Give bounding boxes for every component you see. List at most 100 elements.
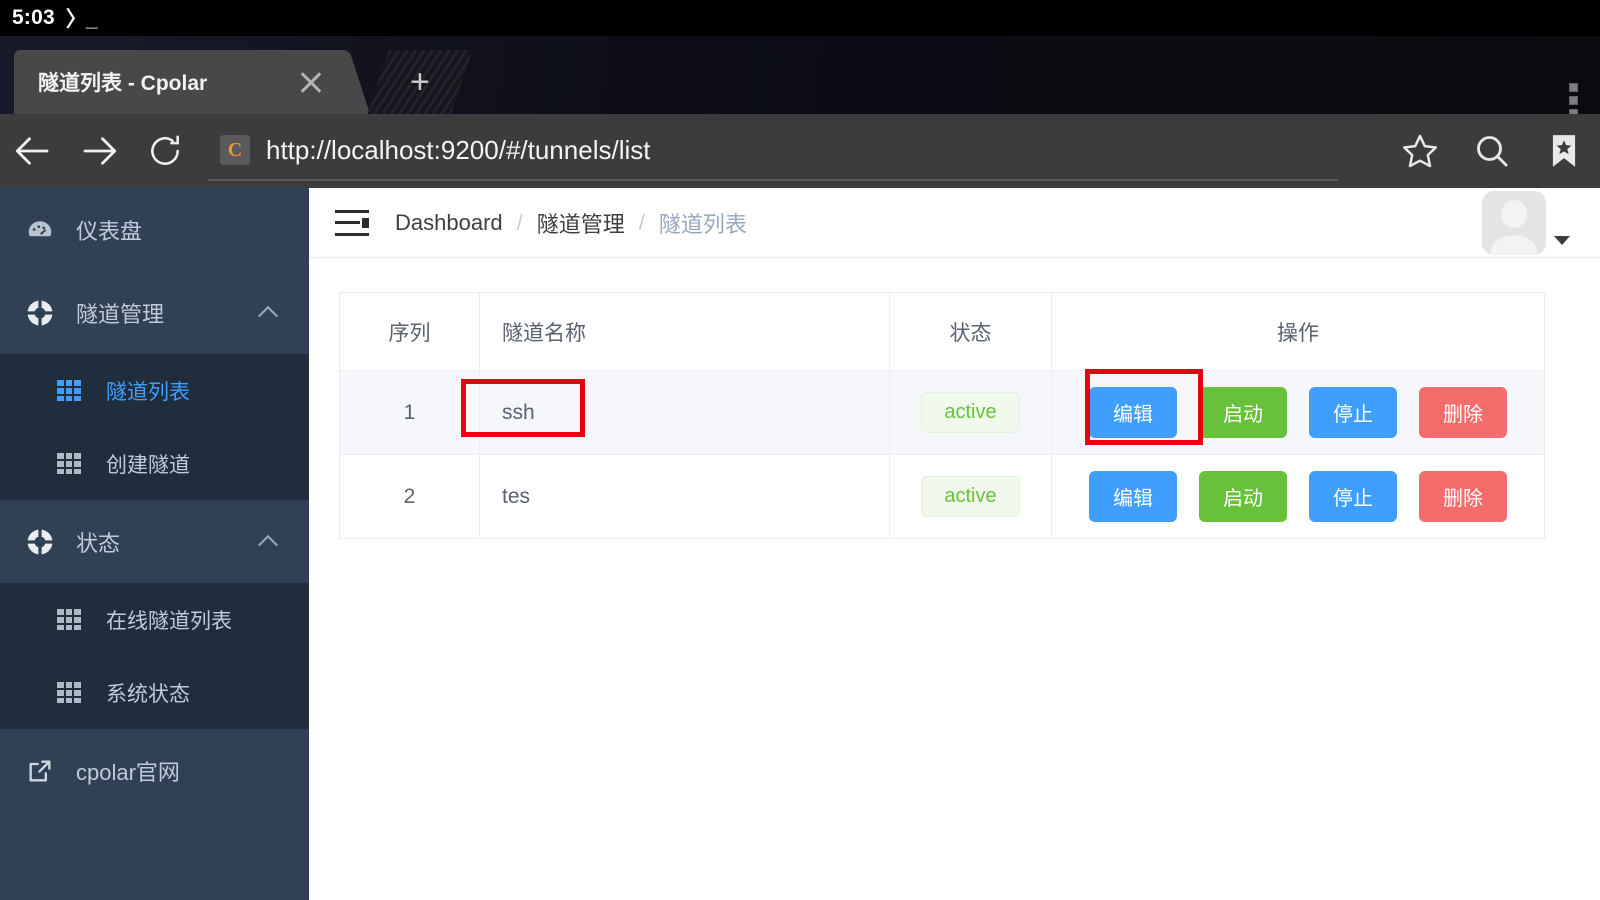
- cell-name: ssh: [479, 370, 890, 455]
- chevron-up-icon: [258, 305, 278, 326]
- delete-button[interactable]: 删除: [1419, 471, 1507, 522]
- main-content: Dashboard / 隧道管理 / 隧道列表 序列 隧道名称 状态 操作 1 …: [309, 188, 1600, 900]
- row-action-group: 编辑 启动 停止 删除: [1052, 387, 1544, 438]
- cell-state: active: [889, 370, 1052, 455]
- hamburger-line: [335, 221, 360, 224]
- breadcrumb-item-tunnel-list: 隧道列表: [658, 211, 747, 237]
- terminal-prompt-icon: 〉_: [65, 8, 98, 31]
- breadcrumb-separator: /: [516, 209, 523, 235]
- status-badge: active: [921, 476, 1020, 517]
- sidebar-item-label: 隧道列表: [106, 380, 190, 404]
- sidebar: 仪表盘 隧道管理 隧道列表 创建隧道 状态 在线隧道列表 系统状态 cpolar…: [0, 188, 309, 900]
- breadcrumb-item-tunnel-management[interactable]: 隧道管理: [537, 207, 625, 239]
- edit-button[interactable]: 编辑: [1089, 471, 1177, 522]
- chevron-down-icon[interactable]: [1554, 235, 1570, 245]
- external-link-icon: [22, 757, 58, 785]
- cell-state: active: [889, 454, 1052, 539]
- sidebar-item-dashboard[interactable]: 仪表盘: [0, 188, 309, 271]
- cell-actions: 编辑 启动 停止 删除: [1051, 454, 1545, 539]
- overflow-menu-icon[interactable]: [1569, 83, 1578, 118]
- column-header-name: 隧道名称: [479, 292, 890, 371]
- row-action-group: 编辑 启动 停止 删除: [1052, 471, 1544, 522]
- sidebar-item-label: 创建隧道: [106, 453, 190, 477]
- page-content: 序列 隧道名称 状态 操作 1 ssh active 编辑 启动 停止 删除 2…: [309, 258, 1600, 539]
- sidebar-item-online-tunnel-list[interactable]: 在线隧道列表: [0, 583, 309, 656]
- browser-tab-strip: 隧道列表 - Cpolar +: [0, 36, 1600, 118]
- collapse-menu-icon[interactable]: [335, 209, 369, 236]
- toolbar-actions: [1384, 114, 1600, 188]
- bookmark-star-icon[interactable]: [1528, 114, 1600, 188]
- cell-actions: 编辑 启动 停止 删除: [1051, 370, 1545, 455]
- chevron-up-icon: [258, 534, 278, 555]
- sidebar-item-create-tunnel[interactable]: 创建隧道: [0, 427, 309, 500]
- avatar: [1482, 190, 1546, 255]
- table-header-row: 序列 隧道名称 状态 操作: [339, 292, 1545, 371]
- avatar-head: [1501, 199, 1527, 228]
- plus-icon: +: [410, 63, 430, 101]
- grid-icon: [54, 609, 84, 630]
- delete-button[interactable]: 删除: [1419, 387, 1507, 438]
- status-bar-clock: 5:03: [12, 6, 55, 29]
- sidebar-group-status[interactable]: 状态: [0, 500, 309, 583]
- start-button[interactable]: 启动: [1199, 471, 1287, 522]
- site-favicon: C: [220, 135, 250, 165]
- back-arrow-icon[interactable]: [0, 114, 66, 188]
- table-header: 序列 隧道名称 状态 操作: [339, 292, 1545, 371]
- browser-toolbar: C http://localhost:9200/#/tunnels/list: [0, 114, 1600, 188]
- sidebar-item-label: 系统状态: [106, 682, 190, 706]
- sidebar-item-label: 隧道管理: [76, 301, 165, 327]
- new-tab-button[interactable]: +: [367, 50, 473, 114]
- tunnels-table: 序列 隧道名称 状态 操作 1 ssh active 编辑 启动 停止 删除 2…: [339, 292, 1545, 539]
- cell-name: tes: [479, 454, 890, 539]
- table-row[interactable]: 1 ssh active 编辑 启动 停止 删除: [339, 370, 1545, 455]
- start-button[interactable]: 启动: [1199, 387, 1287, 438]
- hamburger-line: [335, 209, 369, 213]
- overflow-dot: [1569, 83, 1578, 92]
- sidebar-item-system-status[interactable]: 系统状态: [0, 656, 309, 729]
- status-badge: active: [921, 392, 1020, 433]
- table-row[interactable]: 2 tes active 编辑 启动 停止 删除: [339, 454, 1545, 539]
- forward-arrow-icon[interactable]: [66, 114, 132, 188]
- url-text: http://localhost:9200/#/tunnels/list: [266, 134, 651, 165]
- sidebar-submenu-tunnel-management: 隧道列表 创建隧道: [0, 354, 309, 500]
- top-navbar: Dashboard / 隧道管理 / 隧道列表: [309, 188, 1600, 258]
- cell-seq: 1: [339, 370, 480, 455]
- column-header-ops: 操作: [1051, 292, 1545, 371]
- sidebar-item-label: 在线隧道列表: [106, 609, 232, 633]
- android-status-bar: 5:03 〉_: [0, 0, 1600, 36]
- column-header-seq: 序列: [339, 292, 480, 371]
- lifebuoy-icon: [22, 298, 58, 328]
- sidebar-item-label: cpolar官网: [76, 759, 180, 785]
- url-bar[interactable]: C http://localhost:9200/#/tunnels/list: [208, 121, 1338, 181]
- application-root: 仪表盘 隧道管理 隧道列表 创建隧道 状态 在线隧道列表 系统状态 cpolar…: [0, 188, 1600, 900]
- cell-seq: 2: [339, 454, 480, 539]
- table-body: 1 ssh active 编辑 启动 停止 删除 2 tes active 编辑…: [339, 370, 1545, 539]
- lifebuoy-icon: [22, 527, 58, 557]
- stop-button[interactable]: 停止: [1309, 471, 1397, 522]
- column-header-state: 状态: [889, 292, 1052, 371]
- search-icon[interactable]: [1456, 114, 1528, 188]
- sidebar-item-tunnel-list[interactable]: 隧道列表: [0, 354, 309, 427]
- sidebar-item-label: 仪表盘: [76, 218, 143, 244]
- overflow-dot: [1569, 96, 1578, 105]
- browser-tab[interactable]: 隧道列表 - Cpolar: [14, 50, 370, 114]
- grid-icon: [54, 682, 84, 703]
- sidebar-group-tunnel-management[interactable]: 隧道管理: [0, 271, 309, 354]
- edit-button[interactable]: 编辑: [1089, 387, 1177, 438]
- user-menu[interactable]: [1482, 190, 1570, 255]
- stop-button[interactable]: 停止: [1309, 387, 1397, 438]
- breadcrumb: Dashboard / 隧道管理 / 隧道列表: [395, 207, 747, 239]
- gauge-icon: [22, 215, 58, 245]
- sidebar-item-cpolar-website[interactable]: cpolar官网: [0, 729, 309, 812]
- breadcrumb-separator: /: [638, 209, 645, 235]
- reload-icon[interactable]: [132, 114, 198, 188]
- grid-icon: [54, 453, 84, 474]
- grid-icon: [54, 380, 84, 401]
- collapse-caret: [362, 217, 369, 228]
- hamburger-line: [335, 232, 369, 236]
- browser-tab-title: 隧道列表 - Cpolar: [38, 72, 208, 95]
- breadcrumb-item-dashboard[interactable]: Dashboard: [395, 210, 503, 236]
- avatar-body: [1491, 234, 1537, 255]
- star-outline-icon[interactable]: [1384, 114, 1456, 188]
- close-icon[interactable]: [296, 67, 326, 97]
